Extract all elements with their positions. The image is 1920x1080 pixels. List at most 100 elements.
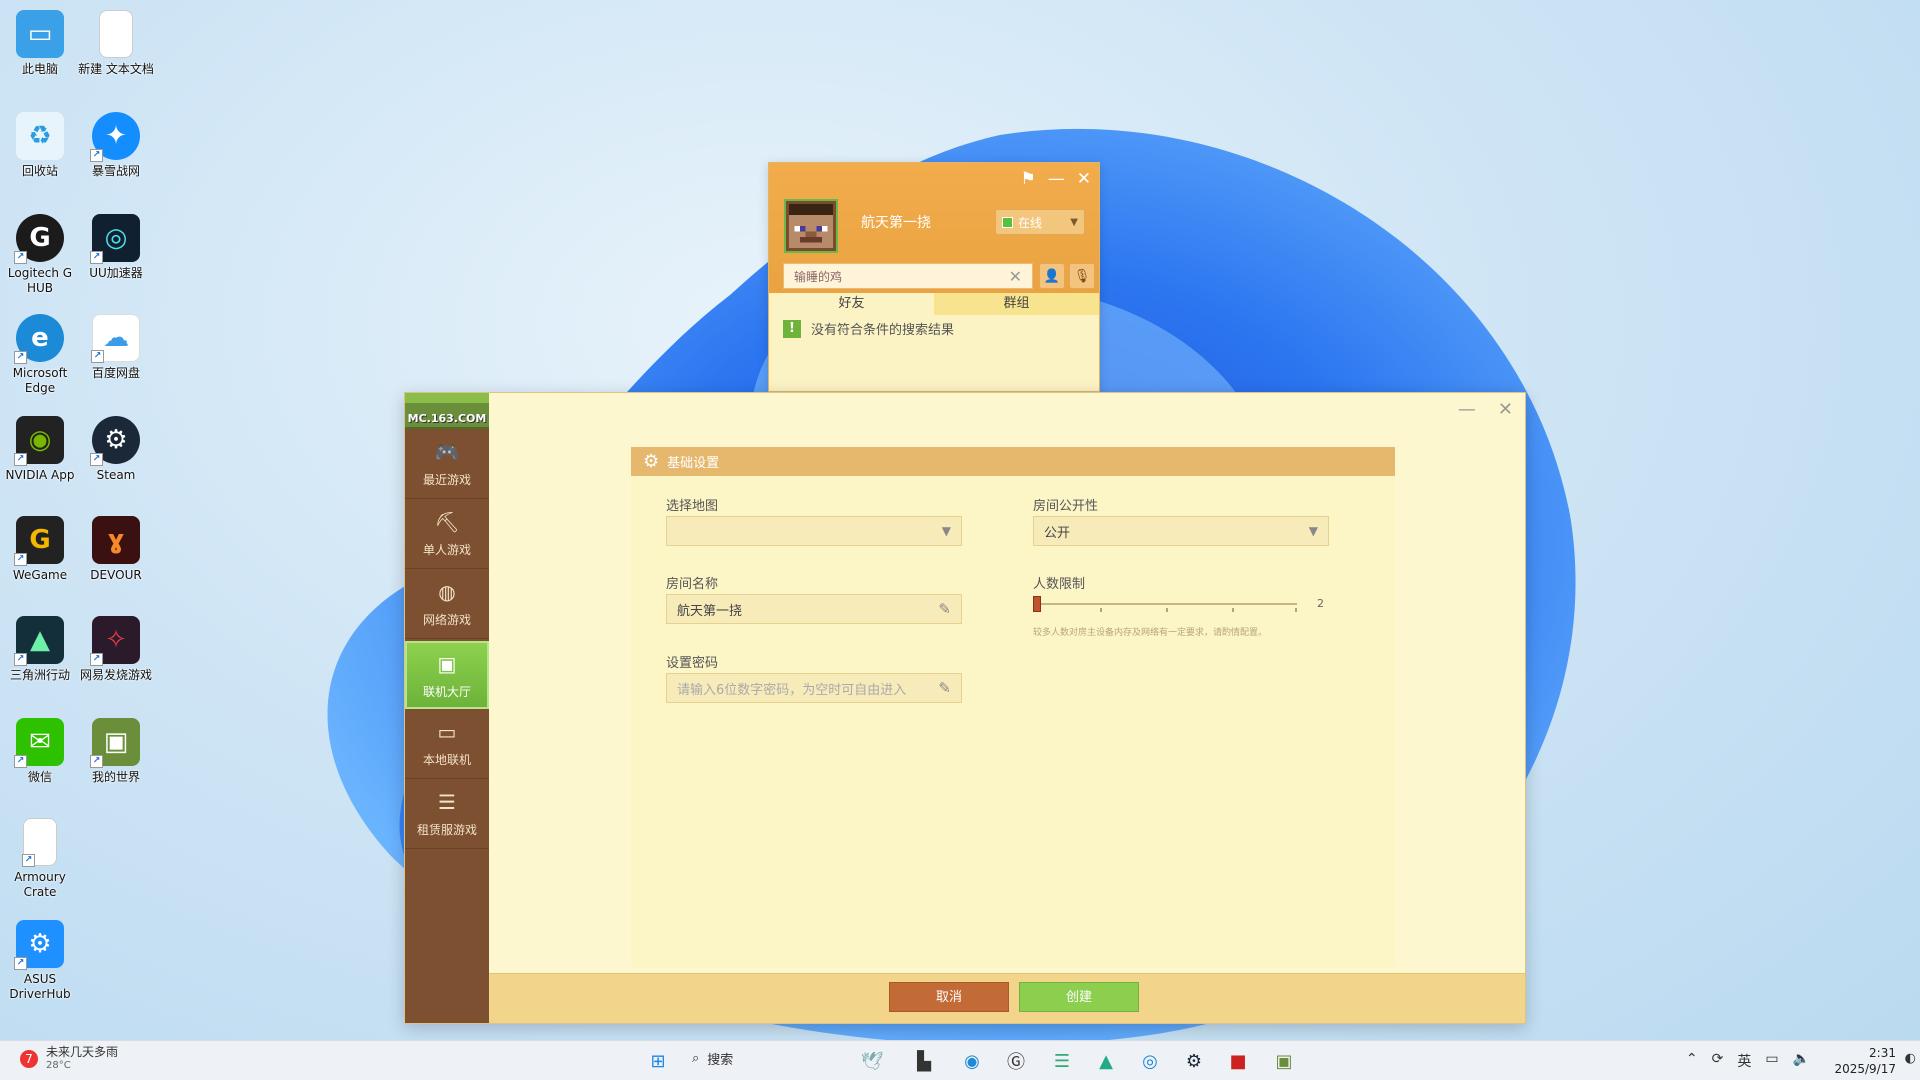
add-user-icon: 👤 [1043,268,1061,284]
taskbar-search[interactable]: ⌕ 搜索 [692,1049,733,1068]
taskbar-app[interactable]: ■ [1224,1047,1252,1075]
basic-settings-section: ⚙ 基础设置 选择地图 ▼ 房间公开性 公开 ▼ 房间名称 航天第一挠 ✎ 人数… [631,447,1395,967]
pickaxe-icon: ⛏ [434,510,460,534]
input-language[interactable]: 英 [1737,1051,1751,1071]
nav-recent-games[interactable]: 🎮 最近游戏 [405,431,489,499]
desktop-icon[interactable]: ✦ ↗ 暴雪战网 [76,104,156,200]
desktop-icon[interactable]: ɣ DEVOUR [76,508,156,604]
player-limit-hint: 较多人数对房主设备内存及网络有一定要求，请酌情配置。 [1033,628,1268,638]
search-value: 输睡的鸡 [794,269,843,284]
network-icon[interactable]: ▭ [1765,1051,1778,1071]
desktop-icon[interactable]: ✉ ↗ 微信 [0,710,80,806]
friend-search-input[interactable]: 输睡的鸡 ✕ [783,263,1033,289]
lobby-icon: ▣ [437,652,457,676]
message-text: 没有符合条件的搜索结果 [811,323,955,338]
clock[interactable]: 2:31 2025/9/17 [1834,1045,1896,1077]
edge-icon: ◉ [964,1050,980,1072]
launcher-sidebar: MC.163.COM 🎮 最近游戏 ⛏ 单人游戏 ◍ 网络游戏 ▣ 联机大厅 ▭ 本地联机… [405,393,489,1023]
notification-icon[interactable]: ◐ [1905,1051,1916,1066]
weather-widget[interactable]: 7 未来几天多雨 28°C [20,1045,118,1073]
search-label: 搜索 [707,1053,734,1068]
monitor-icon: ▭ [16,10,64,58]
wechat-icon: ✉ ↗ [14,718,64,768]
friends-panel-header: ⚑ — ✕ 航天第一挠 在线 ▼ 输睡的鸡 ✕ 👤 🎙 [769,163,1099,293]
slider-tick [1232,608,1234,612]
desktop-icon[interactable]: G ↗ WeGame [0,508,80,604]
clear-icon[interactable]: ✕ [1009,267,1022,286]
taskbar-app[interactable]: Ⓖ [1002,1047,1030,1075]
taskbar-app[interactable]: ◉ [958,1047,986,1075]
desktop-icon[interactable]: ◎ ↗ UU加速器 [76,206,156,302]
taskbar-app[interactable]: ▣ [1270,1047,1298,1075]
tab-friends[interactable]: 好友 [769,293,934,315]
desktop-icon[interactable]: ☁ ↗ 百度网盘 [76,306,156,402]
clock-date: 2025/9/17 [1834,1062,1896,1076]
desktop-icon[interactable]: ▣ ↗ 我的世界 [76,710,156,806]
player-limit-value: 2 [1317,597,1324,610]
desktop-icon[interactable]: ▲ ↗ 三角洲行动 [0,608,80,704]
voice-button[interactable]: 🎙 [1069,263,1095,289]
desktop-icon[interactable]: ⚙ ↗ Steam [76,408,156,504]
tab-groups[interactable]: 群组 [934,293,1099,315]
desktop-icon[interactable]: e ↗ Microsoft Edge [0,306,80,402]
password-input[interactable]: 请输入6位数字密码，为空时可自由进入 ✎ [666,673,962,703]
taskbar-app[interactable]: 🕊 [858,1047,886,1075]
avatar[interactable] [784,199,838,253]
close-icon[interactable]: ✕ [1077,169,1091,189]
system-tray: ⌃ ⟳ 英 ▭ 🔈 [1686,1051,1810,1071]
chevron-up-icon[interactable]: ⌃ [1686,1051,1698,1071]
add-friend-button[interactable]: 👤 [1039,263,1065,289]
desktop-icon[interactable]: ✧ ↗ 网易发烧游戏 [76,608,156,704]
clock-time: 2:31 [1869,1046,1896,1060]
taskbar-app[interactable]: ◎ [1136,1047,1164,1075]
desktop-icon[interactable]: 新建 文本文档 [76,2,156,98]
nav-network-games[interactable]: ◍ 网络游戏 [405,571,489,639]
room-name-input[interactable]: 航天第一挠 ✎ [666,594,962,624]
nav-singleplayer[interactable]: ⛏ 单人游戏 [405,501,489,569]
desktop-icon[interactable]: ◉ ↗ NVIDIA App [0,408,80,504]
room-name-label: 房间名称 [666,577,719,592]
pencil-icon: ✎ [938,600,951,618]
map-select[interactable]: ▼ [666,516,962,546]
visibility-select[interactable]: 公开 ▼ [1033,516,1329,546]
battlenet-icon: ✦ ↗ [90,112,140,162]
text-file-icon [99,10,133,58]
desktop-icon[interactable]: ♻ 回收站 [0,104,80,200]
minimize-icon[interactable]: — [1048,169,1065,189]
create-button[interactable]: 创建 [1019,982,1139,1012]
taskbar-app[interactable]: ▲ [1092,1047,1120,1075]
sync-icon[interactable]: ⟳ [1712,1051,1724,1071]
steve-face-icon [789,204,833,248]
section-title: 基础设置 [667,456,720,471]
desktop-icon[interactable]: ↗ Armoury Crate [0,810,80,906]
nav-lobby[interactable]: ▣ 联机大厅 [405,641,489,709]
taskbar-app[interactable]: ☰ [1048,1047,1076,1075]
player-limit-track[interactable] [1033,603,1297,605]
pencil-icon: ✎ [938,679,951,697]
desktop-icon[interactable]: ▭ 此电脑 [0,2,80,98]
file-explorer-icon: ▙ [917,1050,931,1072]
chevron-down-icon: ▼ [1070,216,1078,228]
netease-game-icon: ✧ ↗ [90,616,140,666]
friends-tabs: 好友 群组 [769,293,1099,315]
delta-force-icon: ▲ [1099,1050,1113,1072]
status-label: 在线 [1018,215,1043,230]
desktop-icon[interactable]: ⚙ ↗ ASUS DriverHub [0,912,80,1008]
taskbar-app[interactable]: ⚙ [1180,1047,1208,1075]
desktop-icon[interactable]: G ↗ Logitech G HUB [0,206,80,302]
skin-icon[interactable]: ⚑ [1021,169,1036,189]
nav-rental-servers[interactable]: ☰ 租赁服游戏 [405,781,489,849]
nav-local-lan[interactable]: ▭ 本地联机 [405,711,489,779]
visibility-label: 房间公开性 [1033,499,1099,514]
room-name-value: 航天第一挠 [677,603,743,619]
cancel-button[interactable]: 取消 [889,982,1009,1012]
lan-icon: ▭ [437,720,457,744]
player-limit-slider[interactable] [1033,596,1041,612]
volume-icon[interactable]: 🔈 [1793,1051,1810,1071]
taskbar-app[interactable]: ▙ [910,1047,938,1075]
dialog-footer: 取消 创建 [489,973,1525,1023]
launcher-content: ⚙ 基础设置 选择地图 ▼ 房间公开性 公开 ▼ 房间名称 航天第一挠 ✎ 人数… [489,393,1525,1023]
start-button[interactable]: ⊞ [644,1047,672,1075]
status-dropdown[interactable]: 在线 ▼ [995,209,1085,235]
search-icon: ⌕ [692,1051,700,1066]
